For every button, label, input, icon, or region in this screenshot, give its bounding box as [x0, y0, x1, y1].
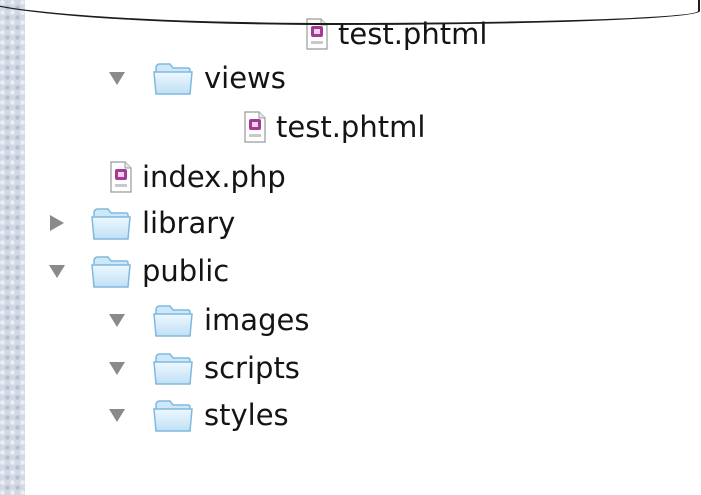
tree-row-label: scripts: [204, 350, 300, 385]
disclosure-triangle-down-icon[interactable]: [108, 359, 126, 377]
tree-row-public[interactable]: public: [48, 249, 229, 293]
tree-row-label: public: [142, 253, 230, 288]
tree-row-test-phtml-top[interactable]: test.phtml: [306, 12, 487, 56]
disclosure-triangle-down-icon[interactable]: [108, 69, 126, 87]
file-browser-zoom: test.phtml views test.phtml index.php li…: [0, 0, 701, 495]
tree-row-label: index.php: [142, 159, 286, 194]
disclosure-triangle-down-icon[interactable]: [108, 406, 126, 424]
tree-row-images[interactable]: images: [108, 298, 309, 342]
tree-row-label: styles: [204, 397, 289, 432]
folder-icon: [90, 253, 132, 289]
folder-icon: [152, 397, 194, 433]
php-file-icon: [306, 18, 328, 50]
php-file-icon: [110, 161, 132, 193]
tree-row-label: test.phtml: [338, 16, 488, 51]
tree-row-test-phtml[interactable]: test.phtml: [244, 105, 425, 149]
sidebar-edge: [0, 0, 25, 495]
disclosure-triangle-down-icon[interactable]: [48, 262, 66, 280]
tree-row-library[interactable]: library: [48, 201, 235, 245]
disclosure-triangle-right-icon[interactable]: [48, 214, 66, 232]
php-file-icon: [244, 111, 266, 143]
folder-icon: [152, 350, 194, 386]
folder-icon: [152, 302, 194, 338]
tree-row-label: views: [204, 60, 286, 95]
folder-icon: [90, 205, 132, 241]
tree-row-label: library: [142, 205, 236, 240]
tree-row-views[interactable]: views: [108, 56, 286, 100]
tree-row-scripts[interactable]: scripts: [108, 346, 300, 390]
folder-icon: [152, 60, 194, 96]
tree-row-index-php[interactable]: index.php: [110, 155, 286, 199]
disclosure-triangle-down-icon[interactable]: [108, 311, 126, 329]
tree-row-label: test.phtml: [276, 109, 426, 144]
tree-row-label: images: [204, 302, 310, 337]
tree-row-styles[interactable]: styles: [108, 393, 289, 437]
